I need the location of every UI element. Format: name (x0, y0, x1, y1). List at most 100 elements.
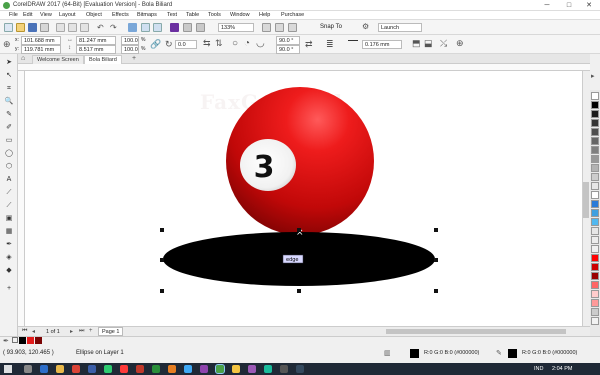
convert-to-curves-icon[interactable]: ⤯ (440, 38, 447, 49)
palette-swatch[interactable] (591, 182, 599, 190)
scale-y-field[interactable]: 100.0 (121, 45, 139, 54)
whatsapp-icon[interactable] (104, 365, 112, 373)
parallel-dimension-tool-icon[interactable]: ⟋ (4, 188, 14, 198)
menu-bitmaps[interactable]: Bitmaps (137, 12, 157, 18)
mirror-vertical-icon[interactable]: ⇅ (215, 38, 223, 49)
freehand-tool-icon[interactable]: ✎ (4, 110, 14, 120)
y-position-field[interactable]: 119.781 mm (21, 45, 61, 54)
handle-bottom-right[interactable] (434, 289, 438, 293)
pick-tool-icon[interactable]: ➤ (4, 58, 14, 68)
menu-tools[interactable]: Tools (208, 12, 221, 18)
quick-customize-icon[interactable]: ⊕ (456, 38, 464, 49)
palette-swatch[interactable] (591, 245, 599, 253)
handle-top-center[interactable] (297, 228, 301, 232)
menu-help[interactable]: Help (259, 12, 270, 18)
palette-swatch[interactable] (591, 263, 599, 271)
palette-swatch[interactable] (591, 110, 599, 118)
undo-icon[interactable]: ↶ (97, 23, 104, 32)
width-field[interactable]: 81.247 mm (76, 36, 116, 45)
vertical-scrollbar-thumb[interactable] (583, 182, 589, 218)
eyedropper-icon[interactable]: ✒ (3, 337, 9, 345)
palette-swatch[interactable] (591, 128, 599, 136)
menu-text[interactable]: Text (167, 12, 177, 18)
palette-swatch[interactable] (591, 254, 599, 262)
menu-table[interactable]: Table (186, 12, 199, 18)
rectangle-tool-icon[interactable]: ▭ (4, 136, 14, 146)
last-page-icon[interactable]: ⏭ (79, 328, 84, 335)
menu-edit[interactable]: Edit (23, 12, 32, 18)
app-icon[interactable] (296, 365, 304, 373)
page-tab[interactable]: Page 1 (98, 327, 124, 336)
menu-file[interactable]: File (9, 12, 18, 18)
handle-middle-left[interactable] (160, 258, 164, 262)
chrome-icon[interactable] (72, 365, 80, 373)
doc-palette-dark-red[interactable] (35, 337, 42, 344)
illustrator-icon[interactable] (232, 365, 240, 373)
height-field[interactable]: 8.517 mm (76, 45, 116, 54)
palette-swatch[interactable] (591, 272, 599, 280)
options-gear-icon[interactable]: ⚙ (362, 22, 369, 31)
horizontal-ruler[interactable] (18, 64, 590, 71)
palette-swatch[interactable] (591, 173, 599, 181)
shape-tool-icon[interactable]: ↖ (4, 71, 14, 81)
handle-bottom-left[interactable] (160, 289, 164, 293)
copy-icon[interactable] (68, 23, 77, 32)
change-direction-icon[interactable]: ⇄ (305, 39, 313, 50)
snap-to-dropdown[interactable]: Snap To (320, 24, 342, 30)
outline-width-field[interactable]: 0.176 mm (362, 40, 402, 49)
palette-swatch[interactable] (591, 236, 599, 244)
powerpoint-icon[interactable] (168, 365, 176, 373)
windows-start-icon[interactable] (4, 365, 12, 373)
menu-purchase[interactable]: Purchase (281, 12, 304, 18)
transparency-tool-icon[interactable]: ▦ (4, 227, 14, 237)
next-page-icon[interactable]: ▸ (70, 328, 73, 335)
end-angle-field[interactable]: 90.0 ° (276, 45, 300, 54)
handle-top-left[interactable] (160, 228, 164, 232)
open-folder-icon[interactable] (16, 23, 25, 32)
add-page-icon[interactable]: + (89, 328, 93, 334)
full-screen-preview-icon[interactable] (183, 23, 192, 32)
close-button[interactable]: ✕ (578, 0, 600, 11)
palette-swatch[interactable] (591, 191, 599, 199)
palette-swatch[interactable] (591, 281, 599, 289)
object-origin-icon[interactable]: ⊕ (3, 39, 11, 50)
menu-effects[interactable]: Effects (112, 12, 129, 18)
export-icon[interactable] (153, 23, 162, 32)
app-icon[interactable] (280, 365, 288, 373)
start-angle-field[interactable]: 90.0 ° (276, 36, 300, 45)
palette-swatch[interactable] (591, 209, 599, 217)
tab-welcome-screen[interactable]: Welcome Screen (32, 55, 84, 64)
launch-dropdown[interactable]: Launch (378, 23, 422, 32)
zoom-tool-icon[interactable]: 🔍 (4, 97, 14, 107)
previous-page-icon[interactable]: ◂ (32, 328, 35, 335)
palette-swatch[interactable] (591, 119, 599, 127)
docker-expand-icon[interactable]: ▸ (591, 72, 595, 80)
clock-time[interactable]: 2:04 PM (552, 366, 572, 372)
doc-palette-black[interactable] (19, 337, 26, 344)
connector-tool-icon[interactable]: ⟋ (4, 201, 14, 211)
color-eyedropper-icon[interactable]: ✒ (4, 240, 14, 250)
import-icon[interactable] (141, 23, 150, 32)
youtube-icon[interactable] (120, 365, 128, 373)
pie-icon[interactable]: ◔ (244, 38, 250, 49)
crop-tool-icon[interactable]: ⌗ (4, 84, 14, 94)
maximize-button[interactable]: □ (558, 0, 580, 11)
palette-swatch[interactable] (591, 200, 599, 208)
arc-icon[interactable]: ◡ (256, 38, 265, 49)
lock-ratio-icon[interactable]: 🔗 (150, 39, 161, 50)
add-tab-icon[interactable]: + (132, 55, 136, 62)
zoom-to-width-icon[interactable] (288, 23, 297, 32)
horizontal-scrollbar-thumb[interactable] (386, 329, 566, 334)
palette-swatch[interactable] (591, 299, 599, 307)
print-icon[interactable] (40, 23, 49, 32)
minimize-button[interactable]: ─ (536, 0, 558, 11)
excel-icon[interactable] (152, 365, 160, 373)
first-page-icon[interactable]: ⏮ (22, 328, 27, 335)
redo-icon[interactable]: ↷ (110, 23, 117, 32)
doc-palette-red[interactable] (27, 337, 34, 344)
menu-object[interactable]: Object (86, 12, 102, 18)
show-rulers-icon[interactable] (196, 23, 205, 32)
ellipse-tool-icon[interactable]: ◯ (4, 149, 14, 159)
to-back-icon[interactable]: ⬓ (424, 38, 433, 49)
palette-swatch[interactable] (591, 227, 599, 235)
